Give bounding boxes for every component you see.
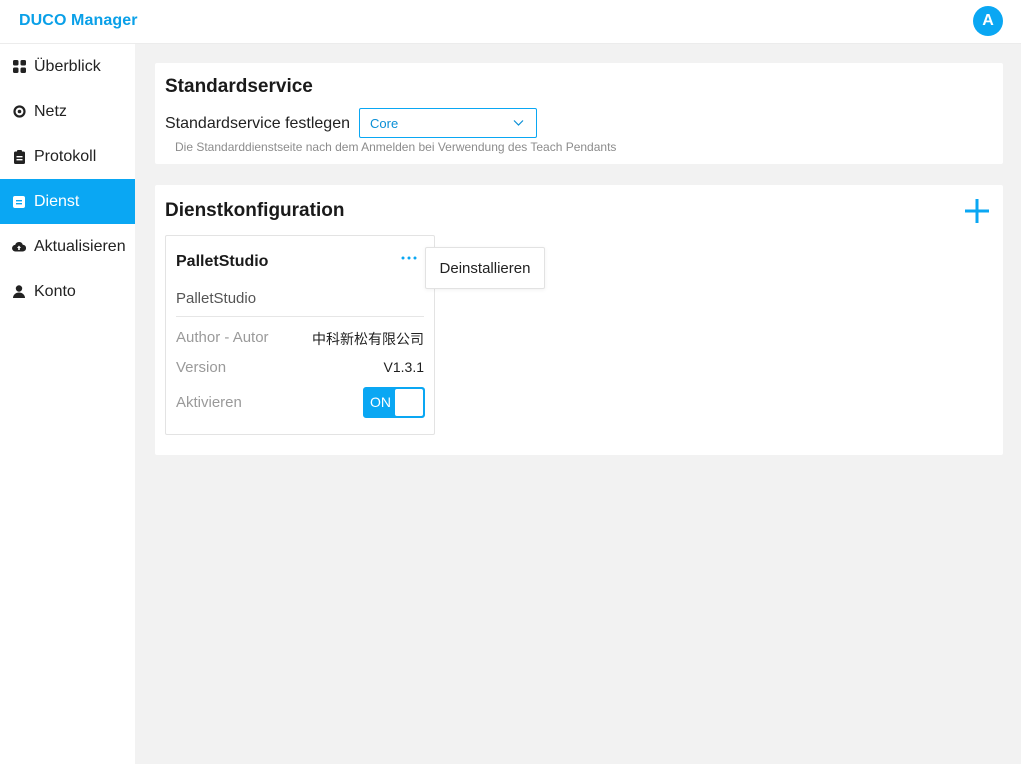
standard-service-card: Standardservice Standardservice festlege…	[155, 63, 1003, 164]
chevron-down-icon	[513, 120, 524, 126]
user-avatar[interactable]: A	[973, 6, 1003, 36]
service-item-card: PalletStudio PalletStudio Author - Autor…	[165, 235, 435, 435]
sidebar-item-label: Konto	[34, 282, 76, 300]
service-name: PalletStudio	[176, 253, 269, 270]
sidebar-item-aktualisieren[interactable]: Aktualisieren	[0, 224, 135, 269]
sidebar-item-netz[interactable]: Netz	[0, 89, 135, 134]
more-options-icon[interactable]	[399, 252, 419, 264]
sidebar-item-dienst[interactable]: Dienst	[0, 179, 135, 224]
standard-service-hint: Die Standarddienstseite nach dem Anmelde…	[175, 140, 617, 154]
standard-service-select[interactable]: Core	[359, 108, 537, 138]
top-bar: DUCO Manager A	[0, 0, 1021, 44]
version-label: Version	[176, 359, 227, 376]
author-label: Author - Autor	[176, 329, 269, 346]
version-value: V1.3.1	[383, 359, 424, 375]
cloud-upload-icon	[12, 240, 26, 254]
service-config-card: Dienstkonfiguration PalletStudio PalletS…	[155, 185, 1003, 455]
activate-toggle[interactable]: ON	[363, 387, 425, 418]
user-icon	[12, 285, 26, 299]
service-icon	[12, 195, 26, 209]
app-brand[interactable]: DUCO Manager	[19, 12, 138, 30]
select-value: Core	[370, 115, 399, 131]
grid-icon	[12, 60, 26, 74]
uninstall-menu-item[interactable]: Deinstallieren	[425, 247, 545, 289]
service-description: PalletStudio	[176, 290, 257, 307]
sidebar-item-label: Aktualisieren	[34, 237, 126, 255]
sidebar-item-ueberblick[interactable]: Überblick	[0, 44, 135, 89]
author-value: 中科新松有限公司	[312, 331, 424, 347]
network-icon	[12, 105, 26, 119]
toggle-knob	[395, 389, 423, 416]
sidebar: Überblick Netz Protokoll Dienst Aktualis…	[0, 44, 135, 764]
plus-icon[interactable]	[963, 197, 991, 225]
toggle-label: ON	[370, 394, 391, 410]
standard-service-title: Standardservice	[165, 76, 313, 97]
sidebar-item-protokoll[interactable]: Protokoll	[0, 134, 135, 179]
sidebar-item-label: Protokoll	[34, 147, 97, 165]
sidebar-item-label: Dienst	[34, 192, 80, 210]
sidebar-item-label: Netz	[34, 102, 67, 120]
divider	[176, 316, 424, 317]
activate-label: Aktivieren	[176, 394, 242, 411]
clipboard-icon	[12, 149, 26, 164]
sidebar-item-konto[interactable]: Konto	[0, 269, 135, 314]
sidebar-item-label: Überblick	[34, 57, 101, 75]
standard-service-label: Standardservice festlegen	[165, 115, 350, 132]
service-config-title: Dienstkonfiguration	[165, 200, 345, 221]
